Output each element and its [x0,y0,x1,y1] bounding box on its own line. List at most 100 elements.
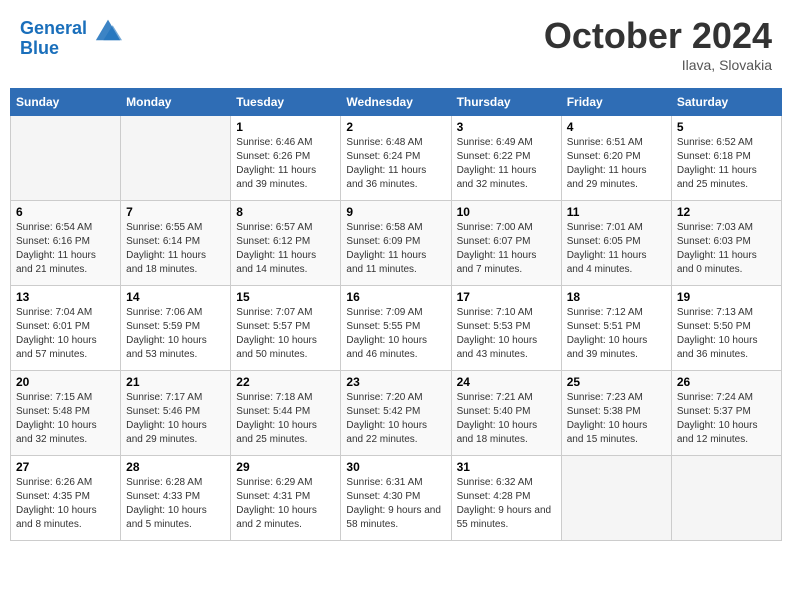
day-number: 4 [567,120,666,134]
day-number: 14 [126,290,225,304]
day-cell: 12 Sunrise: 7:03 AM Sunset: 6:03 PM Dayli… [671,201,781,286]
day-cell: 9Sunrise: 6:58 AM Sunset: 6:09 PM Daylig… [341,201,451,286]
day-info: Sunrise: 7:24 AM Sunset: 5:37 PM Dayligh… [677,391,776,447]
day-cell: 25Sunrise: 7:23 AM Sunset: 5:38 PM Dayli… [561,371,671,456]
day-info: Sunrise: 7:20 AM Sunset: 5:42 PM Dayligh… [346,391,445,447]
day-number: 23 [346,375,445,389]
col-header-saturday: Saturday [671,89,781,116]
day-cell: 2 Sunrise: 6:48 AM Sunset: 6:24 PM Daylig… [341,116,451,201]
day-cell: 23 Sunrise: 7:20 AM Sunset: 5:42 PM Dayli… [341,371,451,456]
day-number: 20 [16,375,115,389]
col-header-thursday: Thursday [451,89,561,116]
day-cell: 26 Sunrise: 7:24 AM Sunset: 5:37 PM Dayli… [671,371,781,456]
day-cell: 19Sunrise: 7:13 AM Sunset: 5:50 PM Dayli… [671,286,781,371]
day-number: 12 [677,205,776,219]
day-cell: 10 Sunrise: 7:00 AM Sunset: 6:07 PM Dayli… [451,201,561,286]
week-row-5: 27 Sunrise: 6:26 AM Sunset: 4:35 PM Dayli… [11,456,782,541]
day-number: 15 [236,290,335,304]
day-info: Sunrise: 6:32 AM Sunset: 4:28 PM Dayligh… [457,476,556,532]
day-number: 18 [567,290,666,304]
day-info: Sunrise: 6:54 AM Sunset: 6:16 PM Dayligh… [16,221,115,277]
week-row-2: 6 Sunrise: 6:54 AM Sunset: 6:16 PM Daylig… [11,201,782,286]
day-info: Sunrise: 6:58 AM Sunset: 6:09 PM Dayligh… [346,221,445,277]
day-cell: 20 Sunrise: 7:15 AM Sunset: 5:48 PM Dayli… [11,371,121,456]
day-cell: 3 Sunrise: 6:49 AM Sunset: 6:22 PM Daylig… [451,116,561,201]
week-row-3: 13 Sunrise: 7:04 AM Sunset: 6:01 PM Dayli… [11,286,782,371]
day-cell [671,456,781,541]
day-number: 30 [346,460,445,474]
day-number: 22 [236,375,335,389]
logo: General Blue [20,15,122,59]
day-info: Sunrise: 7:12 AM Sunset: 5:51 PM Dayligh… [567,306,666,362]
day-cell: 28 Sunrise: 6:28 AM Sunset: 4:33 PM Dayli… [121,456,231,541]
day-cell: 8Sunrise: 6:57 AM Sunset: 6:12 PM Daylig… [231,201,341,286]
day-info: Sunrise: 6:48 AM Sunset: 6:24 PM Dayligh… [346,136,445,192]
day-number: 11 [567,205,666,219]
col-header-monday: Monday [121,89,231,116]
day-number: 16 [346,290,445,304]
day-number: 28 [126,460,225,474]
day-info: Sunrise: 6:57 AM Sunset: 6:12 PM Dayligh… [236,221,335,277]
day-number: 29 [236,460,335,474]
day-cell: 18 Sunrise: 7:12 AM Sunset: 5:51 PM Dayli… [561,286,671,371]
day-cell: 4 Sunrise: 6:51 AM Sunset: 6:20 PM Daylig… [561,116,671,201]
page-header: General Blue October 2024 Ilava, Slovaki… [10,10,782,78]
day-number: 5 [677,120,776,134]
day-cell [561,456,671,541]
day-info: Sunrise: 6:52 AM Sunset: 6:18 PM Dayligh… [677,136,776,192]
col-header-sunday: Sunday [11,89,121,116]
day-info: Sunrise: 6:31 AM Sunset: 4:30 PM Dayligh… [346,476,445,532]
day-info: Sunrise: 7:15 AM Sunset: 5:48 PM Dayligh… [16,391,115,447]
day-number: 25 [567,375,666,389]
day-info: Sunrise: 6:49 AM Sunset: 6:22 PM Dayligh… [457,136,556,192]
week-row-1: 1 Sunrise: 6:46 AM Sunset: 6:26 PM Daylig… [11,116,782,201]
day-number: 27 [16,460,115,474]
day-number: 7 [126,205,225,219]
day-cell: 29 Sunrise: 6:29 AM Sunset: 4:31 PM Dayli… [231,456,341,541]
day-number: 24 [457,375,556,389]
day-number: 1 [236,120,335,134]
col-header-friday: Friday [561,89,671,116]
day-info: Sunrise: 7:04 AM Sunset: 6:01 PM Dayligh… [16,306,115,362]
day-info: Sunrise: 7:21 AM Sunset: 5:40 PM Dayligh… [457,391,556,447]
day-cell: 11Sunrise: 7:01 AM Sunset: 6:05 PM Dayli… [561,201,671,286]
day-cell [11,116,121,201]
day-cell: 17 Sunrise: 7:10 AM Sunset: 5:53 PM Dayli… [451,286,561,371]
day-cell: 14 Sunrise: 7:06 AM Sunset: 5:59 PM Dayli… [121,286,231,371]
title-area: October 2024 Ilava, Slovakia [544,15,772,73]
day-info: Sunrise: 6:26 AM Sunset: 4:35 PM Dayligh… [16,476,115,532]
col-header-tuesday: Tuesday [231,89,341,116]
day-cell: 1 Sunrise: 6:46 AM Sunset: 6:26 PM Daylig… [231,116,341,201]
day-number: 21 [126,375,225,389]
day-info: Sunrise: 7:13 AM Sunset: 5:50 PM Dayligh… [677,306,776,362]
day-cell: 13 Sunrise: 7:04 AM Sunset: 6:01 PM Dayli… [11,286,121,371]
day-number: 6 [16,205,115,219]
month-title: October 2024 [544,15,772,57]
location-label: Ilava, Slovakia [544,57,772,73]
day-info: Sunrise: 6:29 AM Sunset: 4:31 PM Dayligh… [236,476,335,532]
day-number: 2 [346,120,445,134]
day-cell: 31 Sunrise: 6:32 AM Sunset: 4:28 PM Dayli… [451,456,561,541]
day-cell: 7 Sunrise: 6:55 AM Sunset: 6:14 PM Daylig… [121,201,231,286]
day-info: Sunrise: 6:28 AM Sunset: 4:33 PM Dayligh… [126,476,225,532]
day-cell: 22Sunrise: 7:18 AM Sunset: 5:44 PM Dayli… [231,371,341,456]
day-info: Sunrise: 7:07 AM Sunset: 5:57 PM Dayligh… [236,306,335,362]
day-info: Sunrise: 7:03 AM Sunset: 6:03 PM Dayligh… [677,221,776,277]
day-info: Sunrise: 7:06 AM Sunset: 5:59 PM Dayligh… [126,306,225,362]
day-info: Sunrise: 6:51 AM Sunset: 6:20 PM Dayligh… [567,136,666,192]
day-number: 13 [16,290,115,304]
day-info: Sunrise: 7:10 AM Sunset: 5:53 PM Dayligh… [457,306,556,362]
day-info: Sunrise: 6:55 AM Sunset: 6:14 PM Dayligh… [126,221,225,277]
day-number: 10 [457,205,556,219]
day-number: 3 [457,120,556,134]
day-number: 26 [677,375,776,389]
day-number: 17 [457,290,556,304]
day-cell: 24 Sunrise: 7:21 AM Sunset: 5:40 PM Dayli… [451,371,561,456]
col-header-wednesday: Wednesday [341,89,451,116]
day-number: 31 [457,460,556,474]
day-info: Sunrise: 6:46 AM Sunset: 6:26 PM Dayligh… [236,136,335,192]
day-info: Sunrise: 7:00 AM Sunset: 6:07 PM Dayligh… [457,221,556,277]
calendar-table: SundayMondayTuesdayWednesdayThursdayFrid… [10,88,782,541]
day-cell: 27 Sunrise: 6:26 AM Sunset: 4:35 PM Dayli… [11,456,121,541]
week-row-4: 20 Sunrise: 7:15 AM Sunset: 5:48 PM Dayli… [11,371,782,456]
